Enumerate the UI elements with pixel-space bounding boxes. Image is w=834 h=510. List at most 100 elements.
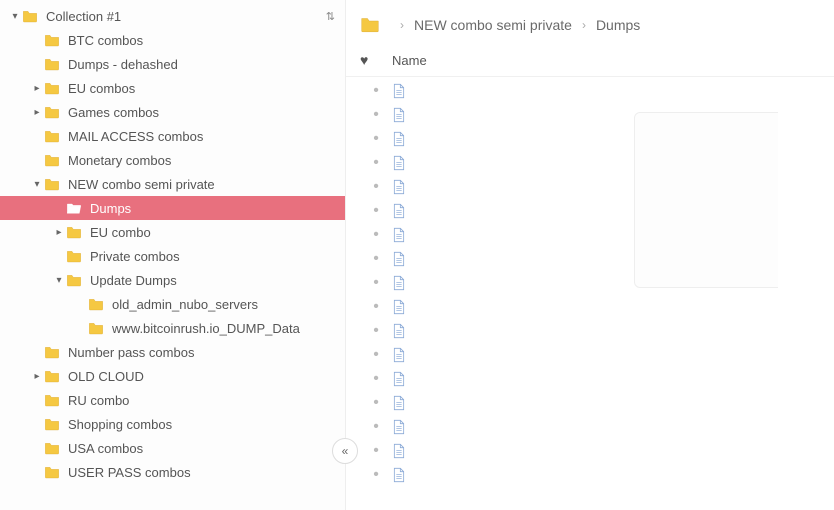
favorite-dot[interactable]: • (360, 419, 392, 435)
name-column[interactable]: Name (392, 53, 427, 68)
tree-item[interactable]: ▸ EU combo (0, 220, 345, 244)
tree-label: MAIL ACCESS combos (68, 129, 203, 144)
chevron-right-icon[interactable]: ▸ (52, 227, 66, 238)
tree-label: old_admin_nubo_servers (112, 297, 258, 312)
main-panel: › NEW combo semi private › Dumps ♥ Name … (346, 0, 834, 510)
tree-item[interactable]: ▸ www.bitcoinrush.io_DUMP_Data (0, 316, 345, 340)
sidebar-collapse-button[interactable]: « (332, 438, 358, 464)
file-row[interactable]: • (346, 391, 834, 415)
tree-item[interactable]: ▾ Update Dumps (0, 268, 345, 292)
favorite-dot[interactable]: • (360, 251, 392, 267)
favorite-dot[interactable]: • (360, 107, 392, 123)
favorite-dot[interactable]: • (360, 179, 392, 195)
folder-icon (360, 16, 380, 34)
favorite-dot[interactable]: • (360, 467, 392, 483)
file-row[interactable]: • (346, 343, 834, 367)
favorite-dot[interactable]: • (360, 395, 392, 411)
tree-item[interactable]: ▸ EU combos (0, 76, 345, 100)
folder-icon (66, 247, 84, 265)
tree-item[interactable]: ▸ Number pass combos (0, 340, 345, 364)
file-icon (392, 106, 408, 124)
tree-item[interactable]: ▸ MAIL ACCESS combos (0, 124, 345, 148)
chevron-down-icon[interactable]: ▾ (8, 11, 22, 22)
tree-item[interactable]: ▸ RU combo (0, 388, 345, 412)
tree-label: EU combo (90, 225, 151, 240)
folder-icon (44, 367, 62, 385)
tree-item[interactable]: ▸ OLD CLOUD (0, 364, 345, 388)
sort-icon[interactable]: ⇅ (326, 10, 335, 23)
folder-icon (66, 271, 84, 289)
chevron-right-icon[interactable]: ▸ (30, 83, 44, 94)
favorite-dot[interactable]: • (360, 131, 392, 147)
tree-item[interactable]: ▸ Monetary combos (0, 148, 345, 172)
overlay (778, 96, 834, 500)
file-icon (392, 370, 408, 388)
file-row[interactable]: • (346, 463, 834, 487)
tree-label: NEW combo semi private (68, 177, 215, 192)
favorite-dot[interactable]: • (360, 443, 392, 459)
favorite-dot[interactable]: • (360, 227, 392, 243)
favorite-column[interactable]: ♥ (360, 52, 392, 68)
folder-icon (44, 175, 62, 193)
folder-icon (44, 463, 62, 481)
sidebar: ▾ Collection #1 ⇅ ▸ BTC combos ▸ Dumps -… (0, 0, 346, 510)
file-row[interactable]: • (346, 295, 834, 319)
column-headers: ♥ Name (346, 48, 834, 77)
file-row[interactable]: • (346, 367, 834, 391)
breadcrumb: › NEW combo semi private › Dumps (346, 0, 834, 48)
breadcrumb-item[interactable]: NEW combo semi private (414, 17, 572, 33)
folder-icon (44, 55, 62, 73)
tree-item[interactable]: ▸ Shopping combos (0, 412, 345, 436)
tree-label: Number pass combos (68, 345, 194, 360)
tree-item[interactable]: ▸ Games combos (0, 100, 345, 124)
favorite-dot[interactable]: • (360, 299, 392, 315)
favorite-dot[interactable]: • (360, 275, 392, 291)
chevron-down-icon[interactable]: ▾ (30, 179, 44, 190)
file-icon (392, 298, 408, 316)
file-icon (392, 274, 408, 292)
file-icon (392, 322, 408, 340)
tree-label: Dumps (90, 201, 131, 216)
file-row[interactable]: • (346, 79, 834, 103)
tree-item[interactable]: ▸ USA combos (0, 436, 345, 460)
file-icon (392, 226, 408, 244)
folder-icon (88, 319, 106, 337)
tree-item[interactable]: ▾ NEW combo semi private (0, 172, 345, 196)
favorite-dot[interactable]: • (360, 347, 392, 363)
file-row[interactable]: • (346, 415, 834, 439)
chevron-right-icon[interactable]: ▸ (30, 371, 44, 382)
favorite-dot[interactable]: • (360, 371, 392, 387)
breadcrumb-item[interactable]: Dumps (596, 17, 640, 33)
file-row[interactable]: • (346, 439, 834, 463)
folder-icon (66, 199, 84, 217)
file-icon (392, 154, 408, 172)
tree-item[interactable]: ▸ BTC combos (0, 28, 345, 52)
tree-item[interactable]: ▸ USER PASS combos (0, 460, 345, 484)
file-icon (392, 178, 408, 196)
file-icon (392, 130, 408, 148)
favorite-dot[interactable]: • (360, 155, 392, 171)
favorite-dot[interactable]: • (360, 83, 392, 99)
folder-icon (22, 7, 40, 25)
folder-icon (44, 127, 62, 145)
tree-label: USER PASS combos (68, 465, 191, 480)
chevron-down-icon[interactable]: ▾ (52, 275, 66, 286)
chevron-double-left-icon: « (342, 444, 349, 458)
folder-icon (88, 295, 106, 313)
favorite-dot[interactable]: • (360, 203, 392, 219)
tree-label: OLD CLOUD (68, 369, 144, 384)
tree-label: EU combos (68, 81, 135, 96)
tree-item[interactable]: ▸ Dumps (0, 196, 345, 220)
tree-label: Collection #1 (46, 9, 121, 24)
file-icon (392, 466, 408, 484)
file-icon (392, 394, 408, 412)
tree-item[interactable]: ▸ Private combos (0, 244, 345, 268)
file-row[interactable]: • (346, 319, 834, 343)
chevron-right-icon[interactable]: ▸ (30, 107, 44, 118)
tree-item[interactable]: ▸ Dumps - dehashed (0, 52, 345, 76)
tree-label: RU combo (68, 393, 129, 408)
tree-item[interactable]: ▸ old_admin_nubo_servers (0, 292, 345, 316)
favorite-dot[interactable]: • (360, 323, 392, 339)
chevron-right-icon: › (400, 18, 404, 32)
tree-item-root[interactable]: ▾ Collection #1 ⇅ (0, 4, 345, 28)
